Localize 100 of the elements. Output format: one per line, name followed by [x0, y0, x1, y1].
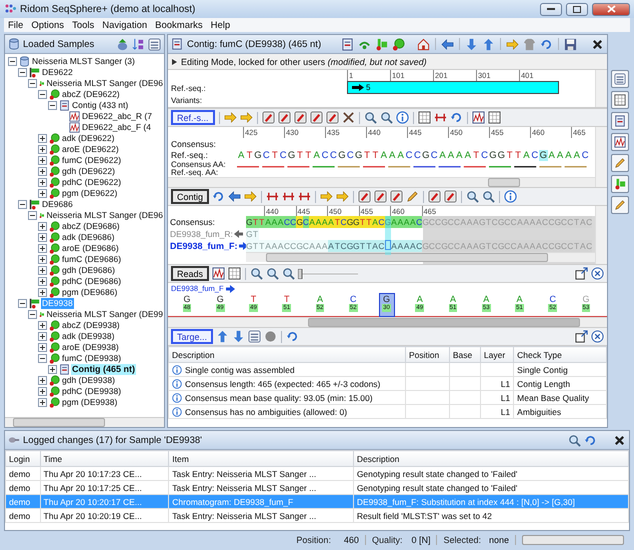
tool-icon[interactable] [374, 190, 388, 203]
trace-icon[interactable] [614, 136, 626, 148]
menu-item[interactable]: Bookmarks [154, 20, 204, 30]
grid-icon[interactable] [228, 267, 242, 280]
expand-toggle[interactable] [18, 200, 27, 209]
tool-icon[interactable] [278, 111, 291, 124]
menu-item[interactable]: Help [210, 20, 232, 30]
arrow-right-icon[interactable] [506, 38, 519, 50]
popout-icon[interactable] [575, 330, 588, 343]
column-header[interactable]: Check Type [514, 346, 606, 362]
expand-toggle[interactable] [38, 156, 47, 165]
tree-item[interactable]: DE9622_abc_R (7 [81, 111, 153, 122]
home-icon[interactable] [417, 38, 430, 50]
expand-toggle[interactable] [38, 321, 47, 330]
tool-icon[interactable] [428, 190, 442, 203]
tree-item[interactable]: aroE (DE9938) [61, 342, 120, 353]
tree-item[interactable]: pdhC (DE9938) [61, 386, 122, 397]
tree-item[interactable]: Contig (465 nt) [71, 364, 136, 375]
document-icon[interactable] [614, 115, 626, 127]
zoom-slider[interactable] [298, 268, 358, 278]
panel-button[interactable]: Targe... [171, 329, 214, 344]
menu-item[interactable]: Tools [71, 20, 96, 30]
expand-toggle[interactable] [8, 57, 17, 66]
column-header[interactable]: Time [40, 450, 169, 466]
save-icon[interactable] [564, 38, 577, 50]
menu-item[interactable]: Options [30, 20, 66, 30]
tree-item[interactable]: fumC (DE9686) [61, 254, 122, 265]
grid-icon[interactable] [418, 111, 431, 124]
trace-icon[interactable] [472, 111, 485, 124]
tree-item[interactable]: gdh (DE9938) [61, 375, 116, 386]
tree-item[interactable]: DE9622 [41, 67, 74, 78]
arrow-up-icon[interactable] [216, 330, 230, 343]
tool-icon[interactable] [294, 111, 307, 124]
horizontal-scrollbar[interactable] [5, 417, 164, 427]
tree-item[interactable]: fumC (DE9938) [61, 353, 122, 364]
tree-item[interactable]: pgm (DE9622) [61, 188, 118, 199]
horizontal-scrollbar[interactable] [246, 252, 595, 262]
tree-item[interactable]: fumC (DE9622) [61, 155, 122, 166]
tool-icon[interactable] [444, 190, 458, 203]
cross-icon[interactable] [342, 111, 355, 124]
tree-item[interactable]: pgm (DE9938) [61, 397, 118, 408]
arrow-down-icon[interactable] [232, 330, 246, 343]
tree-item[interactable]: DE9686 [41, 199, 74, 210]
close-icon[interactable] [613, 434, 626, 446]
tree-item[interactable]: Neisseria MLST Sanger (3) [31, 56, 136, 67]
expand-toggle[interactable] [38, 398, 47, 407]
popout-icon[interactable] [575, 267, 588, 280]
expand-toggle[interactable] [48, 101, 57, 110]
tree-item[interactable]: adk (DE9622) [61, 133, 116, 144]
maximize-button[interactable] [566, 2, 588, 16]
arrow-right-icon[interactable] [336, 190, 350, 203]
magnifier-icon[interactable] [364, 111, 377, 124]
expand-toggle[interactable] [18, 299, 27, 308]
expand-toggle[interactable] [38, 277, 47, 286]
document-icon[interactable] [341, 38, 354, 50]
info-icon[interactable] [396, 111, 409, 124]
magnifier-icon[interactable] [466, 190, 480, 203]
table-row[interactable]: demo Thu Apr 20 10:20:19 CE... Task Entry: Neisseria MLST Sanger ... Result field 'MLST:ST' was set to 42 [6, 508, 628, 522]
arrow-left-icon[interactable] [441, 38, 454, 50]
expand-toggle[interactable] [38, 189, 47, 198]
tree-item[interactable]: abcZ (DE9622) [61, 89, 121, 100]
vertical-scrollbar[interactable] [595, 127, 607, 187]
tree-item[interactable]: adk (DE9938) [61, 331, 116, 342]
expand-toggle[interactable] [38, 288, 47, 297]
expand-toggle[interactable] [38, 332, 47, 341]
tree-item[interactable]: abcZ (DE9938) [61, 320, 121, 331]
magnifier-icon[interactable] [266, 267, 280, 280]
expand-toggle[interactable] [28, 79, 37, 88]
column-header[interactable]: Login [6, 450, 40, 466]
expand-toggle[interactable] [38, 233, 47, 242]
expand-toggle[interactable] [18, 68, 27, 77]
column-header[interactable]: Description [353, 450, 628, 466]
close-button[interactable] [592, 2, 630, 16]
expand-toggle[interactable] [38, 244, 47, 253]
magnifier-icon[interactable] [568, 434, 581, 446]
expand-toggle[interactable] [38, 387, 47, 396]
arrow-right-icon[interactable] [240, 111, 253, 124]
sort-icon[interactable] [132, 38, 145, 50]
tool-icon[interactable] [358, 190, 372, 203]
read-name[interactable]: DE9938_fum_R: [168, 228, 246, 240]
refresh-icon[interactable] [212, 190, 226, 203]
arrow-left-icon[interactable] [228, 190, 242, 203]
tree-item[interactable]: aroE (DE9622) [61, 144, 120, 155]
tree-item[interactable]: DE9622_abc_F (4 [81, 122, 152, 133]
tree-item[interactable]: pdhC (DE9622) [61, 177, 122, 188]
magnifier-icon[interactable] [250, 267, 264, 280]
expand-toggle[interactable] [38, 376, 47, 385]
tree-item[interactable]: Contig (433 nt) [71, 100, 130, 111]
refresh-icon[interactable] [286, 330, 300, 343]
vertical-scrollbar[interactable] [595, 206, 607, 264]
column-header[interactable]: Position [406, 346, 450, 362]
ball-icon[interactable] [392, 38, 405, 50]
column-header[interactable]: Item [168, 450, 354, 466]
expand-toggle[interactable] [38, 145, 47, 154]
read-name[interactable]: DE9938_fum_F: [168, 240, 246, 252]
tree-item[interactable]: gdh (DE9686) [61, 265, 116, 276]
tool-icon[interactable] [262, 111, 275, 124]
vertical-scrollbar[interactable] [595, 70, 607, 107]
table-row[interactable]: demo Thu Apr 20 10:17:23 CE... Task Entry: Neisseria MLST Sanger ... Genotyping result state changed to 'Failed' [6, 466, 628, 480]
pencil-icon[interactable] [614, 157, 626, 169]
